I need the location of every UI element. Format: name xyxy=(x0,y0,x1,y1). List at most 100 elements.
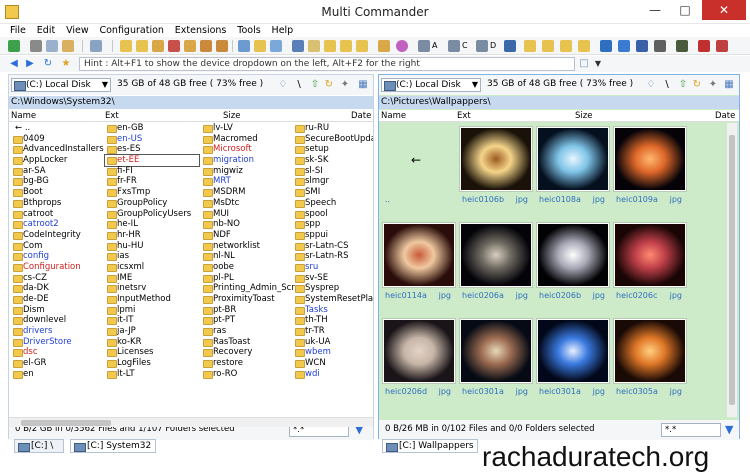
refresh-icon[interactable]: ↻ xyxy=(42,58,54,70)
tab-c-root[interactable]: [C:] \ xyxy=(14,439,64,453)
copy-icon[interactable] xyxy=(46,40,58,52)
folder-item[interactable]: dsc xyxy=(11,347,105,358)
monitor-icon[interactable] xyxy=(504,40,516,52)
folder-item[interactable]: en xyxy=(11,369,105,380)
maximize-button[interactable]: □ xyxy=(670,0,700,20)
star-icon[interactable]: ★ xyxy=(60,58,72,70)
color-icon[interactable] xyxy=(396,40,408,52)
back-icon[interactable]: ◀ xyxy=(8,58,20,70)
folder-item[interactable]: hr-HR xyxy=(105,230,199,241)
view-mode-icon[interactable]: ▦ xyxy=(357,79,369,91)
tasks-icon[interactable] xyxy=(600,40,612,52)
folder-item[interactable]: 0409 xyxy=(11,134,105,145)
right-drive-select[interactable]: (C:) Local Disk ▼ xyxy=(381,78,481,92)
scrollbar-thumb[interactable] xyxy=(729,135,735,405)
tab-c-system32[interactable]: [C:] System32 xyxy=(70,439,156,453)
view-icon[interactable] xyxy=(270,40,282,52)
up-folder-icon[interactable]: ⇧ xyxy=(677,79,689,91)
image-thumbnail[interactable]: heic0114a jpg xyxy=(383,223,455,303)
archive-icon[interactable] xyxy=(184,40,196,52)
col-date[interactable]: Date xyxy=(715,110,735,122)
folder-item[interactable]: wdi xyxy=(293,369,373,380)
folder-item[interactable]: ProximityToast xyxy=(201,294,295,305)
folder-item[interactable]: CodeIntegrity xyxy=(11,230,105,241)
folder-item[interactable]: GroupPolicyUsers xyxy=(105,209,199,220)
folder-item[interactable]: sr-Latn-RS xyxy=(293,251,373,262)
folder-item[interactable]: MUI xyxy=(201,209,295,220)
folder-item[interactable]: et-EE xyxy=(104,154,200,167)
up-folder-icon[interactable]: ⇧ xyxy=(309,79,321,91)
bookmark-icon[interactable]: ↻ xyxy=(323,79,335,91)
folder5-icon[interactable] xyxy=(524,40,536,52)
folder-item[interactable]: sk-SK xyxy=(293,155,373,166)
folder-item[interactable]: ja-JP xyxy=(105,326,199,337)
view-mode-icon[interactable]: ▦ xyxy=(723,79,735,91)
menu-configuration[interactable]: Configuration xyxy=(95,24,167,37)
left-path-bar[interactable]: C:\Windows\System32\ xyxy=(9,96,373,109)
folder2-icon[interactable] xyxy=(324,40,336,52)
folder-item[interactable]: slmgr xyxy=(293,176,373,187)
menu-help[interactable]: Help xyxy=(268,24,298,37)
left-drive-select[interactable]: (C:) Local Disk ▼ xyxy=(11,78,111,92)
folder-item[interactable]: nb-NO xyxy=(201,219,295,230)
folder-item[interactable]: bg-BG xyxy=(11,176,105,187)
folder-item[interactable]: lpmi xyxy=(105,305,199,316)
menu-view[interactable]: View xyxy=(62,24,93,37)
folder8-icon[interactable] xyxy=(578,40,590,52)
forward-icon[interactable]: ▶ xyxy=(24,58,36,70)
col-ext[interactable]: Ext xyxy=(105,110,119,122)
dropdown-icon[interactable]: ▼ xyxy=(592,58,604,70)
col-name[interactable]: Name xyxy=(381,110,406,122)
folder-item[interactable]: setup xyxy=(293,144,373,155)
right-scrollbar[interactable] xyxy=(727,123,737,417)
folder-item[interactable]: catroot2 xyxy=(11,219,105,230)
image-thumbnail[interactable]: heic0106b jpg xyxy=(460,127,532,207)
folder6-icon[interactable] xyxy=(542,40,554,52)
folder-item[interactable]: ro-RO xyxy=(201,369,295,380)
folder3-icon[interactable] xyxy=(340,40,352,52)
folder-item[interactable]: it-IT xyxy=(105,315,199,326)
folder-item[interactable]: restore xyxy=(201,358,295,369)
ftp-icon[interactable] xyxy=(698,40,710,52)
image-thumbnail[interactable]: heic0206d jpg xyxy=(383,319,455,399)
folder-item[interactable]: DriverStore xyxy=(11,337,105,348)
folder-item[interactable]: pl-PL xyxy=(201,273,295,284)
root-icon[interactable]: \ xyxy=(661,79,673,91)
image-thumbnail[interactable]: heic0305a jpg xyxy=(614,319,686,399)
folder-item[interactable]: migration xyxy=(201,155,295,166)
right-filter-input[interactable]: *.* xyxy=(661,423,721,437)
col-name[interactable]: Name xyxy=(11,110,36,122)
tools-icon[interactable] xyxy=(654,40,666,52)
folder-item[interactable]: Macromed xyxy=(201,134,295,145)
folder-item[interactable]: networklist xyxy=(201,241,295,252)
folder-item[interactable]: Speech xyxy=(293,198,373,209)
folder-item[interactable]: de-DE xyxy=(11,294,105,305)
folder-item[interactable]: AppLocker xyxy=(11,155,105,166)
close-button[interactable]: ✕ xyxy=(702,0,746,20)
folder-item[interactable]: MRT xyxy=(201,176,295,187)
folder-item[interactable]: RasToast xyxy=(201,337,295,348)
filter-icon[interactable]: ▼ xyxy=(725,423,737,436)
folder-item[interactable]: LogFiles xyxy=(105,358,199,369)
col-size[interactable]: Size xyxy=(223,110,240,122)
folder-item[interactable]: spool xyxy=(293,209,373,220)
folder-item[interactable]: spp xyxy=(293,219,373,230)
edit-icon[interactable] xyxy=(254,40,266,52)
network-icon[interactable]: ♢ xyxy=(277,79,289,91)
col-ext[interactable]: Ext xyxy=(457,110,471,122)
folder-item[interactable]: Bthprops xyxy=(11,198,105,209)
folder-item[interactable]: ar-SA xyxy=(11,166,105,177)
user-icon[interactable] xyxy=(716,40,728,52)
drive-a-icon[interactable] xyxy=(418,40,430,52)
pin-icon[interactable]: ✦ xyxy=(339,79,351,91)
folder-item[interactable]: el-GR xyxy=(11,358,105,369)
folder-item[interactable]: th-TH xyxy=(293,315,373,326)
root-icon[interactable]: \ xyxy=(293,79,305,91)
folder-item[interactable]: sr-Latn-CS xyxy=(293,241,373,252)
folder-item[interactable]: Configuration xyxy=(11,262,105,273)
cut-icon[interactable] xyxy=(30,40,42,52)
folder-new-icon[interactable] xyxy=(120,40,132,52)
edit-field-icon[interactable]: □ xyxy=(578,58,590,70)
folder-item[interactable]: lv-LV xyxy=(201,123,295,134)
image-thumbnail[interactable]: heic0206b jpg xyxy=(537,223,609,303)
